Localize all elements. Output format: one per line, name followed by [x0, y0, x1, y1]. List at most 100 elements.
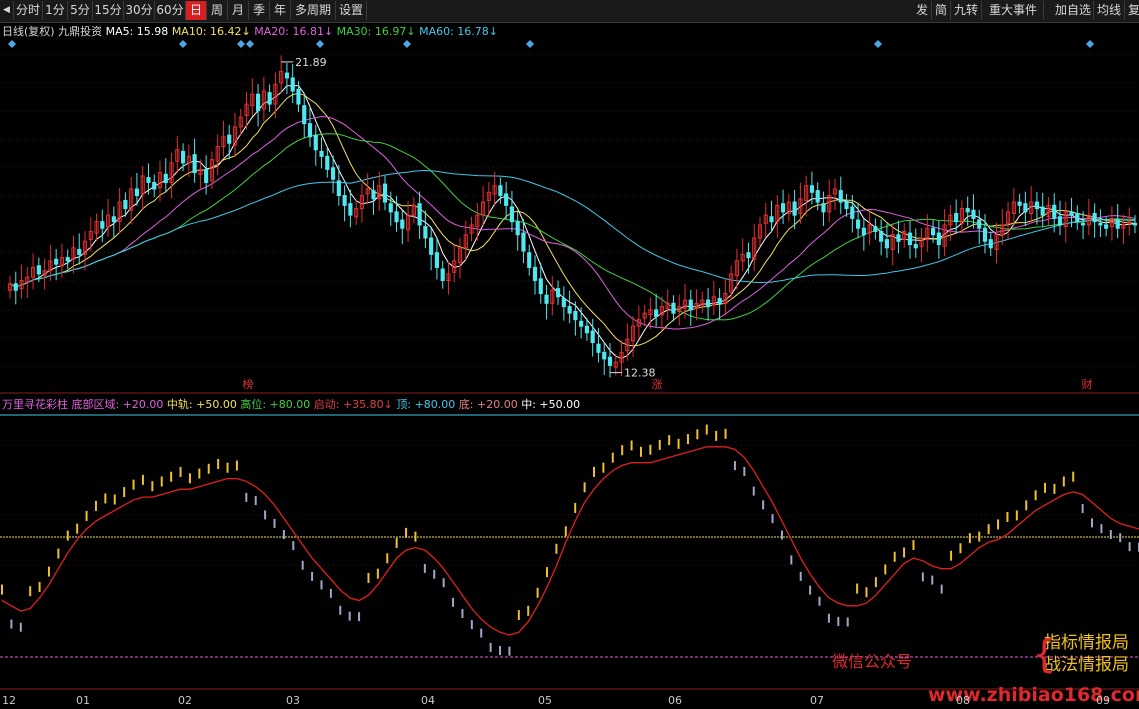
- x-label-09: 09: [1096, 694, 1110, 707]
- candle-down: [123, 199, 128, 210]
- event-diamond-icon: [403, 40, 411, 48]
- candle-down: [1115, 219, 1120, 229]
- candle-down: [988, 239, 993, 249]
- candle-down: [769, 216, 774, 223]
- candle-down: [180, 150, 186, 164]
- candle-down: [348, 203, 353, 216]
- candle-down: [538, 278, 543, 295]
- candle-down: [602, 351, 607, 360]
- candle-down: [1040, 206, 1045, 216]
- candle-down: [982, 227, 988, 242]
- candle-down: [1017, 201, 1022, 206]
- event-mark-0: 榜: [243, 377, 254, 391]
- candle-down: [965, 208, 970, 213]
- event-diamond-icon: [1086, 40, 1094, 48]
- chart-svg: 21.8912.38榜涨财: [0, 40, 1139, 690]
- candle-down: [896, 234, 901, 242]
- candle-down: [325, 155, 330, 170]
- candle-down: [134, 188, 140, 197]
- candle-down: [780, 203, 786, 213]
- ma10-line: [9, 92, 1136, 347]
- candle-down: [394, 211, 399, 223]
- candle-down: [302, 105, 307, 125]
- candle-down: [504, 193, 509, 206]
- candle-down: [509, 206, 515, 223]
- candle-down: [590, 330, 595, 344]
- event-mark-2: 财: [1082, 377, 1093, 391]
- candle-down: [267, 92, 272, 105]
- event-diamond-icon: [874, 40, 882, 48]
- candle-down: [111, 216, 116, 223]
- candle-down: [671, 302, 676, 314]
- candle-down: [146, 177, 151, 183]
- candle-down: [821, 203, 826, 213]
- candle-down: [884, 239, 890, 249]
- candle-down: [850, 206, 855, 219]
- candle-down: [567, 306, 572, 314]
- x-label-05: 05: [538, 694, 552, 707]
- candle-down: [192, 154, 197, 174]
- candle-down: [977, 219, 982, 229]
- candle-down: [152, 181, 157, 190]
- candle-down: [434, 252, 440, 268]
- candle-down: [1075, 213, 1080, 223]
- candle-down: [936, 232, 941, 246]
- high-label: 21.89: [295, 56, 327, 69]
- x-label-08: 08: [956, 694, 970, 707]
- candle-down: [371, 190, 376, 200]
- ma20-line: [9, 115, 1136, 330]
- candle-down: [296, 88, 301, 105]
- x-label-03: 03: [286, 694, 300, 707]
- event-diamond-icon: [246, 40, 254, 48]
- candle-down: [1104, 224, 1109, 229]
- candle-down: [336, 180, 341, 197]
- candle-down: [319, 150, 324, 157]
- candle-down: [498, 185, 503, 197]
- event-diamond-icon: [316, 40, 324, 48]
- candle-down: [879, 230, 884, 242]
- candle-down: [77, 248, 82, 255]
- candle-down: [204, 168, 209, 183]
- candle-down: [1052, 204, 1057, 219]
- candle-down: [227, 134, 232, 144]
- candle-down: [388, 203, 393, 213]
- watermark-right1: 指标情报局: [1044, 633, 1129, 653]
- candle-down: [792, 201, 797, 216]
- candle-down: [13, 283, 18, 291]
- candle-down: [815, 190, 820, 203]
- candle-down: [809, 185, 815, 193]
- candle-down: [400, 219, 405, 229]
- candle-down: [515, 221, 520, 236]
- candle-down: [544, 294, 549, 304]
- ma5-line: [9, 85, 1136, 359]
- event-diamond-icon: [237, 40, 245, 48]
- x-label-06: 06: [668, 694, 682, 707]
- candle-down: [521, 232, 526, 252]
- candle-down: [573, 311, 578, 321]
- candle-down: [440, 268, 445, 281]
- candle-down: [1023, 203, 1028, 213]
- x-label-04: 04: [421, 694, 435, 707]
- watermark-left: 微信公众号: [832, 652, 913, 671]
- event-mark-1: 涨: [652, 378, 663, 391]
- event-diamond-icon: [179, 40, 187, 48]
- candle-down: [561, 297, 566, 308]
- candle-down: [579, 320, 584, 327]
- candle-down: [255, 93, 261, 112]
- candle-down: [654, 309, 659, 317]
- candle-down: [423, 226, 428, 239]
- signal-line: [1, 446, 1139, 636]
- candle-down: [100, 221, 105, 229]
- candle-down: [746, 252, 751, 259]
- candle-down: [290, 77, 295, 92]
- candle-down: [717, 297, 722, 304]
- candle-down: [688, 299, 693, 311]
- candle-down: [65, 257, 70, 262]
- candle-down: [342, 195, 347, 206]
- candle-down: [313, 134, 318, 151]
- candle-down: [855, 219, 861, 229]
- x-label-02: 02: [178, 694, 192, 707]
- watermark-right2: 战法情报局: [1044, 655, 1129, 675]
- candle-down: [555, 288, 561, 298]
- candle-down: [596, 343, 601, 353]
